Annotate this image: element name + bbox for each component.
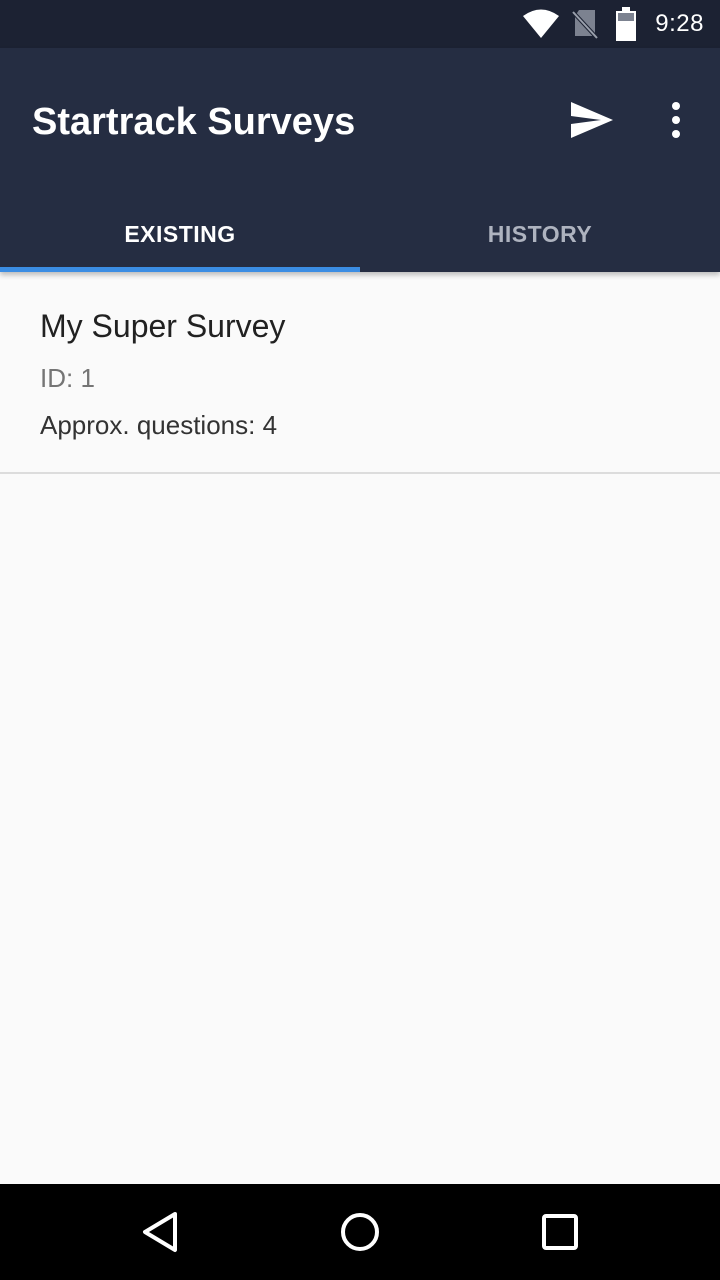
tab-history[interactable]: HISTORY (360, 196, 720, 272)
home-icon (341, 1213, 379, 1251)
toolbar: Startrack Surveys (0, 48, 720, 196)
app-bar: Startrack Surveys EXISTING HISTORY (0, 48, 720, 272)
recents-button[interactable] (530, 1202, 590, 1262)
no-sim-icon (571, 10, 599, 40)
survey-question-count: Approx. questions: 4 (40, 410, 278, 440)
back-button[interactable] (130, 1202, 190, 1262)
send-icon (571, 102, 613, 138)
survey-title: My Super Survey (40, 308, 286, 344)
more-vert-icon (672, 102, 680, 138)
back-icon (143, 1212, 177, 1252)
battery-icon (616, 7, 637, 41)
wifi-icon (523, 9, 560, 38)
recents-icon (542, 1214, 578, 1250)
tab-existing[interactable]: EXISTING (0, 196, 360, 272)
tab-bar: EXISTING HISTORY (0, 196, 720, 272)
navigation-bar (0, 1184, 720, 1280)
tab-existing-label: EXISTING (124, 220, 236, 247)
status-icons: 9:28 (523, 0, 704, 48)
status-time: 9:28 (655, 10, 704, 37)
send-button[interactable] (562, 90, 622, 150)
tab-history-label: HISTORY (487, 220, 593, 247)
app-title: Startrack Surveys (32, 101, 356, 143)
survey-list-item[interactable]: My Super Survey ID: 1 Approx. questions:… (0, 272, 720, 474)
overflow-menu-button[interactable] (646, 90, 706, 150)
home-button[interactable] (330, 1202, 390, 1262)
status-bar: 9:28 (0, 0, 720, 48)
survey-id: ID: 1 (40, 363, 95, 393)
